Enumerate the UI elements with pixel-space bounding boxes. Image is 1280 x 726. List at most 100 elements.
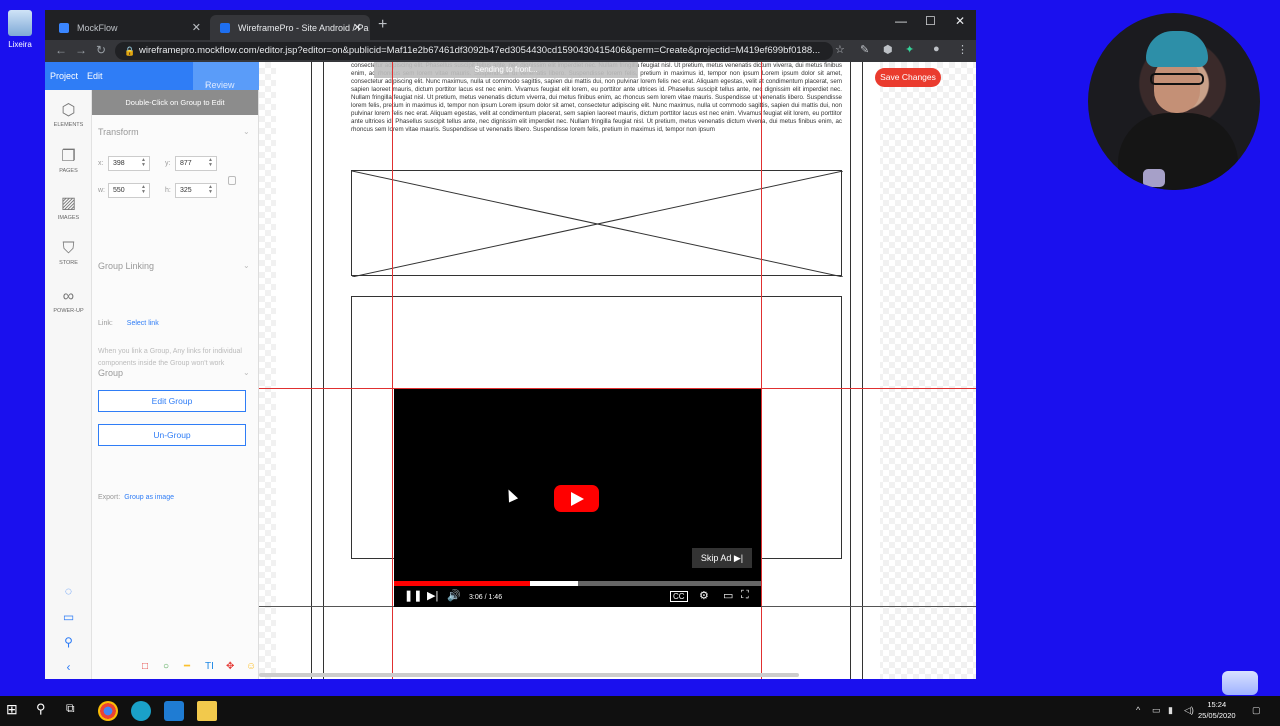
project-menu[interactable]: Project bbox=[50, 71, 78, 81]
h-label: h: bbox=[165, 187, 171, 194]
line-tool-icon[interactable]: ━ bbox=[184, 661, 190, 672]
group-linking-header[interactable]: Group Linking ⌄ bbox=[98, 261, 250, 271]
tab-label: MockFlow bbox=[77, 22, 118, 33]
y-field[interactable]: 877 ▲ ▼ bbox=[175, 156, 217, 171]
edit-menu[interactable]: Edit bbox=[87, 71, 103, 81]
minimize-icon[interactable]: — bbox=[895, 14, 907, 28]
pen-extension-icon[interactable]: ✎ bbox=[860, 43, 869, 56]
fullscreen-icon[interactable]: ⛶ bbox=[741, 589, 749, 602]
back-icon[interactable]: ← bbox=[55, 43, 67, 57]
pause-icon[interactable]: ❚❚ bbox=[404, 589, 422, 602]
video-icon[interactable]: ▭ bbox=[45, 610, 92, 626]
aspect-lock-icon[interactable] bbox=[228, 176, 236, 185]
vscode-icon[interactable] bbox=[164, 701, 184, 721]
edit-group-button[interactable]: Edit Group bbox=[98, 390, 246, 412]
video-progress[interactable] bbox=[394, 581, 761, 586]
page-border-line bbox=[862, 62, 863, 679]
clock[interactable]: 15:24 25/05/2020 bbox=[1198, 699, 1236, 721]
presenter-body bbox=[1118, 113, 1238, 190]
volume-icon[interactable]: 🔊 bbox=[447, 589, 461, 602]
profile-icon[interactable]: ● bbox=[933, 43, 940, 55]
presenter-glasses bbox=[1150, 73, 1204, 85]
task-view-icon[interactable]: ⧉ bbox=[66, 701, 86, 721]
menu-kebab-icon[interactable]: ⋮ bbox=[957, 43, 968, 56]
sending-toast: Sending to front... bbox=[374, 62, 638, 78]
network-icon[interactable]: ▭ bbox=[1152, 705, 1161, 716]
transform-header[interactable]: Transform ⌄ bbox=[98, 127, 250, 137]
chrome-icon[interactable] bbox=[98, 701, 118, 721]
pages-icon: ❐ bbox=[61, 148, 76, 165]
review-button[interactable]: Review › bbox=[193, 62, 259, 90]
ungroup-button[interactable]: Un-Group bbox=[98, 424, 246, 446]
y-value: 877 bbox=[180, 160, 192, 167]
link-row: Link: Select link bbox=[98, 320, 159, 327]
chat-icon[interactable]: ◌ bbox=[45, 584, 92, 600]
skip-ad-button[interactable]: Skip Ad ▶| bbox=[692, 548, 752, 568]
rectangle-tool-icon[interactable]: □ bbox=[142, 661, 148, 672]
image-placeholder[interactable] bbox=[351, 170, 844, 278]
link-note: When you link a Group, Any links for ind… bbox=[98, 348, 242, 367]
volume-tray-icon[interactable]: ◁) bbox=[1184, 705, 1194, 716]
close-tab-icon[interactable]: ✕ bbox=[192, 21, 201, 34]
tab-wireframepro[interactable]: WireframePro - Site Android / Pa ✕ bbox=[210, 15, 370, 40]
move-tool-icon[interactable]: ✥ bbox=[226, 661, 234, 672]
forward-icon[interactable]: → bbox=[75, 43, 87, 57]
save-changes-button[interactable]: Save Changes bbox=[875, 68, 941, 87]
maximize-icon[interactable]: ☐ bbox=[925, 14, 936, 28]
w-field[interactable]: 550 ▲ ▼ bbox=[108, 183, 150, 198]
rail-label: IMAGES bbox=[57, 215, 80, 221]
edge-icon[interactable] bbox=[131, 701, 151, 721]
notifications-icon[interactable]: ▢ bbox=[1252, 705, 1261, 716]
address-bar[interactable]: 🔒 wireframepro.mockflow.com/editor.jsp?e… bbox=[115, 42, 833, 60]
video-time: 3:06 / 1:46 bbox=[469, 594, 503, 601]
tray-chevron-icon[interactable]: ^ bbox=[1136, 705, 1140, 715]
group-header[interactable]: Group ⌄ bbox=[98, 368, 250, 378]
reload-icon[interactable]: ↻ bbox=[96, 43, 106, 57]
rail-pages[interactable]: ❐ PAGES bbox=[45, 146, 92, 174]
select-link[interactable]: Select link bbox=[127, 320, 159, 327]
new-tab-icon[interactable]: + bbox=[378, 16, 387, 34]
stepper-icon[interactable]: ▲ ▼ bbox=[208, 185, 213, 195]
recycle-bin-icon[interactable]: Lixeira bbox=[4, 10, 36, 49]
search-icon[interactable]: ⚲ bbox=[36, 701, 56, 721]
battery-icon[interactable]: ▮ bbox=[1168, 705, 1173, 716]
rail-images[interactable]: ▨ IMAGES bbox=[45, 193, 92, 221]
design-canvas[interactable]: consectetur adipiscing elit. Phasellus s… bbox=[259, 62, 976, 679]
rail-power-up[interactable]: ∞ POWER-UP bbox=[45, 288, 92, 314]
x-field[interactable]: 398 ▲ ▼ bbox=[108, 156, 150, 171]
stepper-icon[interactable]: ▲ ▼ bbox=[208, 158, 213, 168]
captions-icon[interactable]: CC bbox=[670, 591, 688, 602]
rail-label: ELEMENTS bbox=[53, 122, 84, 128]
collapse-icon[interactable]: ‹ bbox=[45, 660, 92, 676]
extension-icon[interactable]: ⬢ bbox=[883, 43, 893, 56]
zoom-icon[interactable]: ⚲ bbox=[45, 635, 92, 651]
bookmark-star-icon[interactable]: ☆ bbox=[835, 43, 845, 56]
file-explorer-icon[interactable] bbox=[197, 701, 217, 721]
export-group-image-link[interactable]: Group as image bbox=[124, 494, 174, 501]
close-window-icon[interactable]: ✕ bbox=[955, 14, 965, 28]
video-player-group[interactable]: Skip Ad ▶| ❚❚ ▶| 🔊 3:06 / 1:46 CC ⚙ ▭ ⛶ bbox=[394, 389, 761, 607]
windows-start-icon[interactable]: ⊞ bbox=[6, 701, 26, 721]
close-tab-icon[interactable]: ✕ bbox=[353, 21, 362, 34]
miniplayer-icon[interactable]: ▭ bbox=[723, 589, 733, 602]
circle-tool-icon[interactable]: ○ bbox=[163, 661, 169, 672]
youtube-play-icon[interactable] bbox=[554, 485, 599, 512]
pin-extension-icon[interactable]: ✦ bbox=[905, 43, 914, 56]
tab-mockflow[interactable]: MockFlow ✕ bbox=[49, 15, 209, 40]
rail-elements[interactable]: ⬡ ELEMENTS bbox=[45, 100, 92, 128]
address-toolbar: ← → ↻ 🔒 wireframepro.mockflow.com/editor… bbox=[45, 40, 976, 62]
left-rail: ⬡ ELEMENTS ❐ PAGES ▨ IMAGES ⛉ STORE ∞ POWER-U… bbox=[45, 90, 92, 679]
stepper-icon[interactable]: ▲ ▼ bbox=[141, 158, 146, 168]
text-tool-icon[interactable]: TI bbox=[205, 661, 214, 672]
wireframepro-favicon-icon bbox=[220, 22, 230, 33]
h-field[interactable]: 325 ▲ ▼ bbox=[175, 183, 217, 198]
emoji-tool-icon[interactable]: ☺ bbox=[246, 661, 256, 672]
x-value: 398 bbox=[113, 160, 125, 167]
next-icon[interactable]: ▶| bbox=[427, 589, 438, 602]
rail-label: STORE bbox=[59, 260, 78, 266]
chevron-down-icon: ⌄ bbox=[243, 368, 250, 377]
settings-gear-icon[interactable]: ⚙ bbox=[699, 589, 709, 602]
stepper-icon[interactable]: ▲ ▼ bbox=[141, 185, 146, 195]
rail-store[interactable]: ⛉ STORE bbox=[45, 240, 92, 266]
horizontal-scrollbar[interactable] bbox=[259, 673, 799, 677]
